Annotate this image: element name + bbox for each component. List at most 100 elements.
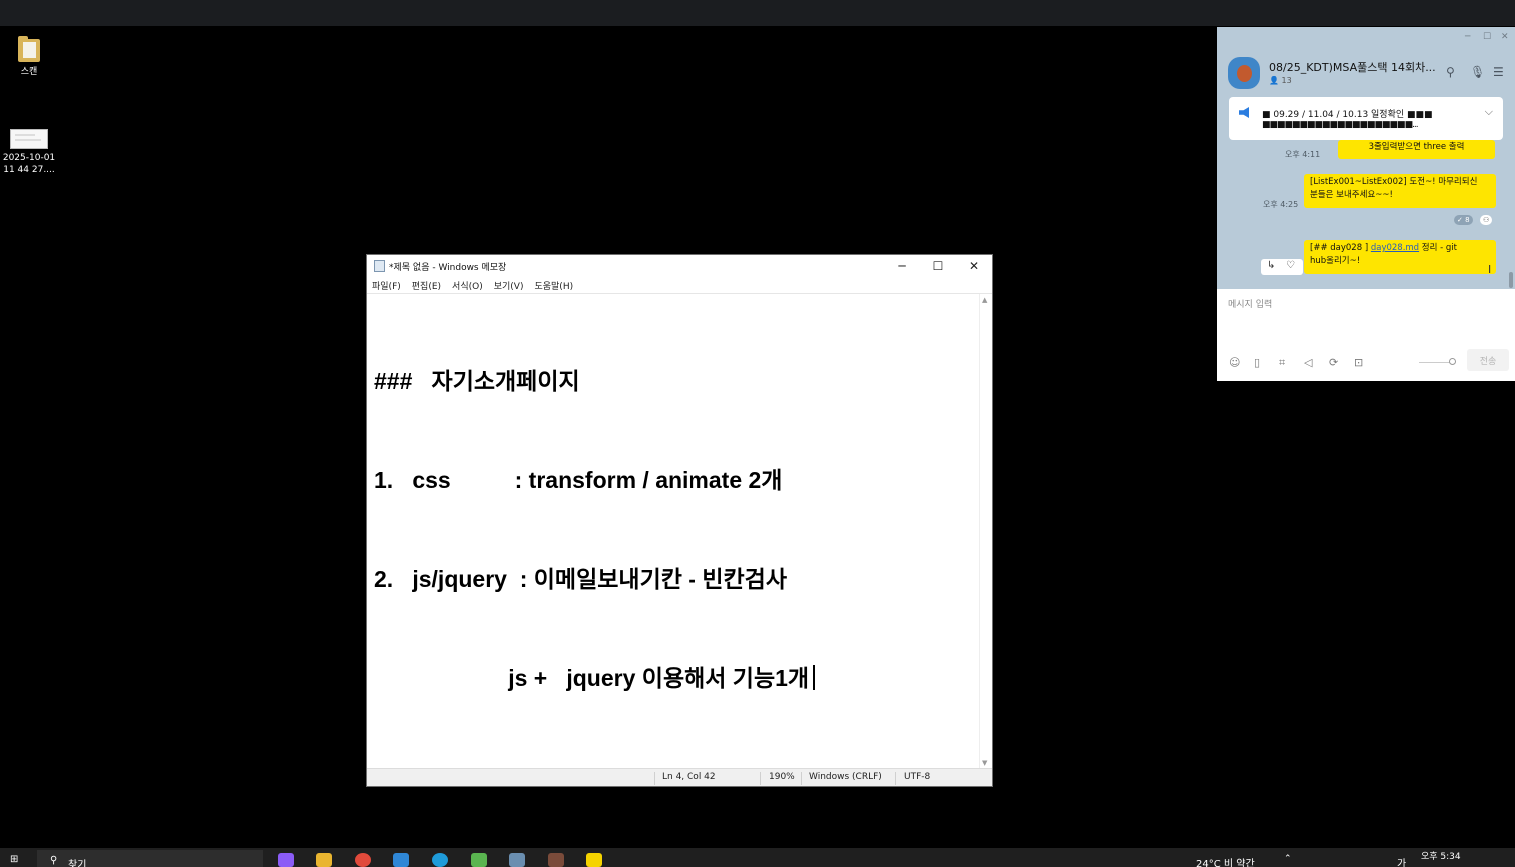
text-line: ### 자기소개페이지: [374, 368, 580, 394]
notice-banner[interactable]: ■ 09.29 / 11.04 / 10.13 일정확인 ■■■ ■■■■■■■…: [1229, 97, 1503, 140]
emoji-icon[interactable]: ☺: [1229, 356, 1240, 369]
bot-icon[interactable]: ⟳: [1329, 356, 1338, 369]
message-text: [ListEx001~ListEx002] 도전~! 마무리되신: [1310, 177, 1478, 187]
member-count-value: 13: [1281, 76, 1292, 85]
message-text-2: hub올리기~!: [1310, 256, 1361, 266]
desktop-icon-label: 스캔: [20, 67, 38, 77]
vscode-icon[interactable]: [393, 853, 409, 867]
text-line: js + jquery 이용해서 기능1개: [374, 665, 810, 691]
menu-help[interactable]: 도움말(H): [534, 279, 573, 292]
megaphone-icon: [1239, 107, 1249, 118]
vertical-scrollbar[interactable]: ▲ ▼: [979, 294, 992, 769]
desktop-icon-label: 2025-10-01 11 44 27....: [2, 153, 56, 175]
text-line: 1. css : transform / animate 2개: [374, 467, 783, 493]
app-icon[interactable]: [548, 853, 564, 867]
message-actions: ↳ ♡: [1261, 259, 1303, 275]
status-line-ending: Windows (CRLF): [809, 772, 882, 782]
microphone-icon[interactable]: 🎙: [1470, 65, 1485, 79]
search-icon[interactable]: ⚲: [1446, 65, 1455, 79]
menu-edit[interactable]: 편집(E): [412, 279, 441, 292]
close-button[interactable]: ✕: [956, 255, 992, 277]
folder-icon: [18, 36, 40, 62]
image-thumbnail-icon: [10, 129, 48, 149]
edge-icon[interactable]: [432, 853, 448, 867]
menu-view[interactable]: 보기(V): [494, 279, 524, 292]
chevron-up-icon[interactable]: ⌃: [1284, 854, 1292, 864]
chat-message[interactable]: 3줄입력받으면 three 출력: [1338, 140, 1495, 159]
message-text: [## day028 ]: [1310, 243, 1371, 253]
top-bar: [0, 0, 1515, 26]
message-time: 오후 4:25: [1263, 200, 1299, 209]
minimize-button[interactable]: ─: [884, 255, 920, 277]
app-icon[interactable]: [471, 853, 487, 867]
message-time: 오후 4:11: [1285, 150, 1321, 159]
notice-text: ■ 09.29 / 11.04 / 10.13 일정확인 ■■■: [1262, 110, 1433, 120]
search-icon: ⚲: [50, 855, 58, 866]
kakaotalk-icon[interactable]: [586, 853, 602, 867]
scroll-up-icon[interactable]: ▲: [982, 296, 987, 304]
notepad-window: *제목 없음 - Windows 메모장 ─ ☐ ✕ 파일(F) 편집(E) 서…: [367, 255, 992, 786]
check-icon: ✓: [1457, 216, 1463, 224]
ime-indicator[interactable]: 가: [1397, 855, 1406, 867]
desktop-icon-scan[interactable]: 스캔: [1, 36, 57, 77]
start-icon[interactable]: ⊞: [10, 854, 18, 865]
person-icon: 👤: [1269, 76, 1279, 85]
chevron-down-icon[interactable]: ⌵: [1485, 105, 1493, 119]
chat-window: ─ ☐ ✕ 08/25_KDT)MSA풀스택 14회차... 👤 13 ⚲ 🎙 …: [1217, 27, 1515, 381]
chrome-icon[interactable]: [355, 853, 371, 867]
menu-file[interactable]: 파일(F): [372, 279, 401, 292]
clock[interactable]: 오후 5:34: [1421, 849, 1461, 862]
file-link[interactable]: day028.md: [1371, 243, 1419, 253]
game-icon[interactable]: ⊡: [1354, 356, 1363, 369]
menu-format[interactable]: 서식(O): [452, 279, 483, 292]
status-position: Ln 4, Col 42: [662, 772, 716, 782]
reply-icon[interactable]: ↳: [1267, 260, 1275, 271]
scroll-down-icon[interactable]: ▼: [982, 759, 987, 767]
menu-icon[interactable]: ☰: [1493, 65, 1504, 79]
message-input[interactable]: 메시지 입력: [1228, 297, 1272, 310]
notice-text-2: ■■■■■■■■■■■■■■■■■■■■...: [1262, 120, 1419, 130]
send-button[interactable]: 전송: [1467, 349, 1509, 371]
file-icon[interactable]: ▯: [1254, 356, 1260, 369]
weather-text[interactable]: 24°C 비 약간: [1196, 855, 1255, 867]
chat-room-title[interactable]: 08/25_KDT)MSA풀스택 14회차...: [1269, 59, 1436, 75]
chat-message[interactable]: [## day028 ] day028.md 정리 - git hub올리기~!: [1304, 240, 1496, 274]
close-icon[interactable]: ✕: [1501, 32, 1509, 42]
status-zoom: 190%: [769, 772, 795, 782]
text-editor-area[interactable]: ### 자기소개페이지 1. css : transform / animate…: [374, 299, 974, 761]
notepad-taskbar-icon[interactable]: [509, 853, 525, 867]
maximize-icon[interactable]: ☐: [1483, 32, 1491, 42]
read-count-badge[interactable]: ✓ 8: [1454, 215, 1473, 225]
chat-scrollbar[interactable]: [1509, 272, 1513, 288]
status-encoding: UTF-8: [904, 772, 931, 782]
notepad-titlebar[interactable]: *제목 없음 - Windows 메모장 ─ ☐ ✕: [367, 255, 992, 277]
notepad-app-icon: [374, 260, 385, 272]
profile-icon[interactable]: ⚇: [1480, 215, 1493, 225]
desktop-icon-screenshot[interactable]: 2025-10-01 11 44 27....: [1, 129, 57, 176]
chat-message[interactable]: [ListEx001~ListEx002] 도전~! 마무리되신 분들은 보내주…: [1304, 174, 1496, 208]
read-count-value: 8: [1465, 216, 1470, 224]
text-cursor: [813, 665, 816, 690]
search-placeholder: 찾기: [68, 860, 87, 867]
message-text-2: 분들은 보내주세요~~!: [1310, 190, 1393, 200]
slider-handle[interactable]: [1449, 358, 1456, 365]
message-text: 3줄입력받으면 three 출력: [1368, 142, 1465, 152]
text-cursor-icon: I: [1488, 263, 1492, 276]
message-text-tail: 정리 - git: [1419, 243, 1457, 253]
minimize-icon[interactable]: ─: [1465, 32, 1470, 42]
file-explorer-icon[interactable]: [316, 853, 332, 867]
taskbar: ⊞ ⚲ 찾기 24°C 비 약간 ⌃ 가 오후 5:34: [0, 848, 1515, 867]
heart-icon[interactable]: ♡: [1286, 260, 1295, 271]
maximize-button[interactable]: ☐: [920, 255, 956, 277]
taskbar-search[interactable]: ⚲ 찾기: [37, 850, 263, 867]
menu-bar: 파일(F) 편집(E) 서식(O) 보기(V) 도움말(H): [367, 277, 992, 294]
copilot-icon[interactable]: [278, 853, 294, 867]
text-line: 2. js/jquery : 이메일보내기칸 - 빈칸검사: [374, 566, 787, 592]
announce-icon[interactable]: ◁: [1304, 356, 1312, 369]
avatar[interactable]: [1228, 57, 1260, 89]
crop-icon[interactable]: ⌗: [1279, 356, 1285, 370]
status-bar: Ln 4, Col 42 190% Windows (CRLF) UTF-8: [367, 768, 992, 786]
window-title: *제목 없음 - Windows 메모장: [389, 262, 507, 273]
member-count: 👤 13: [1269, 76, 1292, 85]
message-input-area[interactable]: 메시지 입력 ☺ ▯ ⌗ ◁ ⟳ ⊡ 전송: [1217, 289, 1515, 381]
